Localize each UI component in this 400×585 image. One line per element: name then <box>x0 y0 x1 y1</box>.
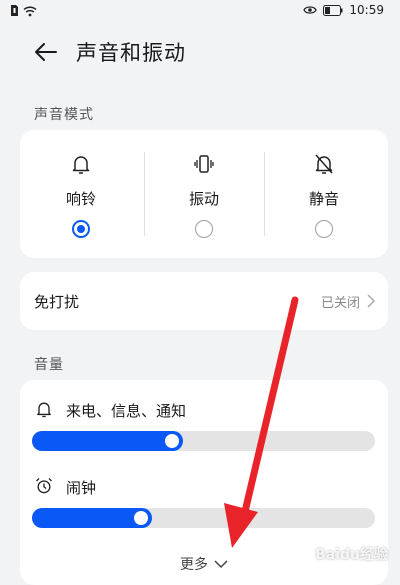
mode-ring[interactable]: 响铃 <box>20 130 142 258</box>
slider-fill <box>32 431 183 451</box>
do-not-disturb-row[interactable]: 免打扰 已关闭 <box>20 272 388 330</box>
wifi-icon <box>23 5 37 16</box>
slider-thumb[interactable] <box>134 511 148 525</box>
chevron-down-icon <box>214 560 228 569</box>
mode-ring-label: 响铃 <box>65 190 96 208</box>
volume-section-label: 音量 <box>34 357 64 373</box>
more-label: 更多 <box>180 557 208 573</box>
bell-off-icon <box>315 154 333 174</box>
alarm-volume-slider[interactable] <box>32 508 375 528</box>
ringtone-volume-slider[interactable] <box>32 431 375 451</box>
sim-icon <box>11 5 18 16</box>
status-icons-right: 10:59 <box>303 3 384 17</box>
slider-thumb[interactable] <box>165 434 179 448</box>
mode-vibrate-radio[interactable] <box>195 220 213 238</box>
ringtone-volume-label: 来电、信息、通知 <box>66 402 187 420</box>
bell-icon <box>37 402 51 418</box>
header: 声音和振动 <box>0 30 400 74</box>
mode-ring-radio[interactable] <box>72 220 90 238</box>
sound-mode-card: 响铃 振动 静音 <box>20 130 388 258</box>
back-arrow-icon[interactable] <box>32 38 60 66</box>
mode-silent-label: 静音 <box>308 190 339 208</box>
do-not-disturb-label: 免打扰 <box>34 293 80 311</box>
mode-silent[interactable]: 静音 <box>263 130 385 258</box>
page-title: 声音和振动 <box>76 41 186 65</box>
battery-icon <box>323 4 343 16</box>
mode-vibrate[interactable]: 振动 <box>143 130 265 258</box>
sound-mode-section-label: 声音模式 <box>34 107 94 123</box>
do-not-disturb-status: 已关闭 <box>320 296 360 311</box>
alarm-volume-label: 闹钟 <box>66 479 97 497</box>
status-time: 10:59 <box>349 3 384 17</box>
status-bar: 10:59 <box>0 0 400 24</box>
vibrate-icon <box>194 155 214 173</box>
mode-vibrate-label: 振动 <box>188 190 219 208</box>
eye-icon <box>303 6 318 14</box>
mode-silent-radio[interactable] <box>315 220 333 238</box>
chevron-right-icon <box>367 294 376 308</box>
alarm-clock-icon <box>36 478 52 494</box>
bell-icon <box>72 156 90 174</box>
status-icons-left <box>10 4 37 17</box>
watermark-logo: Baidu经验 <box>315 547 388 563</box>
